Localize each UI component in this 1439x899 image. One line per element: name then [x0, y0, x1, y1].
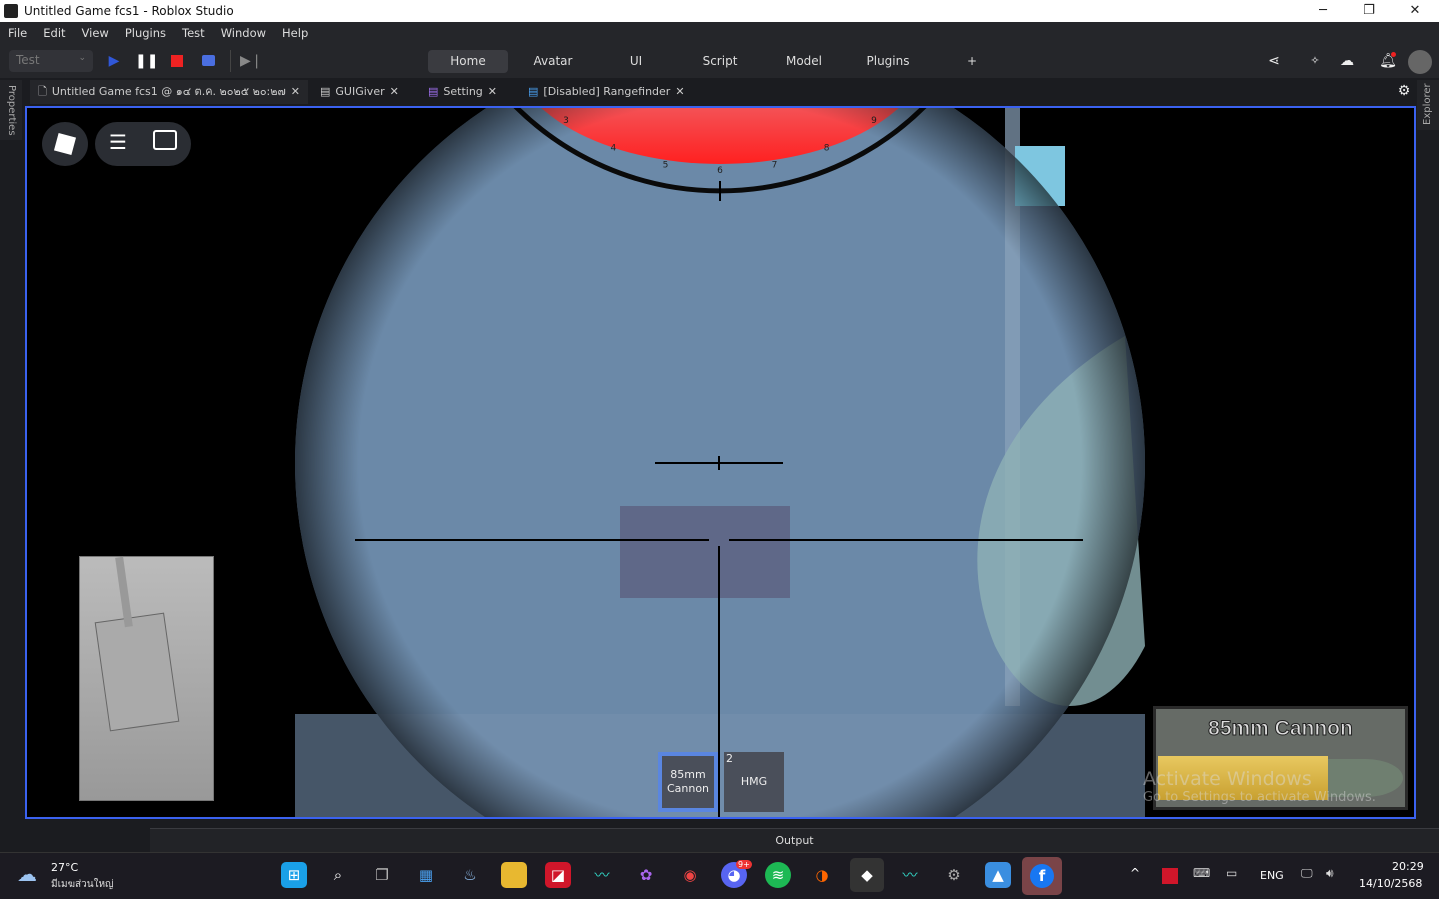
weapon-slot-1[interactable]: 85mm Cannon — [658, 752, 718, 812]
doc-tab-place[interactable]: 🗋︎ Untitled Game fcs1 @ ๑๔ ต.ค. ๒๐๒๕ ๒๐:๒… — [30, 80, 308, 104]
slot-2-key: 2 — [726, 752, 733, 765]
doc-tab-setting[interactable]: ▤ Setting ✕ — [420, 80, 505, 104]
touchpad-icon[interactable]: ▭ — [1226, 866, 1237, 880]
explorer-panel-tab[interactable]: Explorer — [1417, 80, 1439, 130]
menu-window[interactable]: Window — [221, 26, 266, 40]
roblox-menu-button[interactable] — [42, 122, 88, 166]
slot-1-label-line2: Cannon — [666, 782, 710, 795]
spotify-icon[interactable]: ≋ — [765, 862, 791, 888]
store-icon[interactable]: ▦ — [413, 862, 439, 888]
close-tab-icon[interactable]: ✕ — [390, 80, 399, 104]
discord-badge: 9+ — [736, 860, 752, 869]
amd-icon[interactable]: ◪ — [545, 862, 571, 888]
tab-plugins[interactable]: Plugins — [858, 50, 918, 73]
menu-test[interactable]: Test — [182, 26, 205, 40]
network-icon[interactable]: 🖵︎ — [1301, 866, 1313, 881]
title-bar: Untitled Game fcs1 - Roblox Studio ─ ❐ ✕ — [0, 0, 1439, 22]
share-icon[interactable]: ⋖ — [1264, 50, 1284, 72]
script-icon: ▤ — [320, 85, 331, 98]
close-tab-icon[interactable]: ✕ — [291, 80, 300, 104]
cloud-icon[interactable]: ☁ — [1337, 50, 1357, 72]
keyboard-icon[interactable]: ⌨ — [1193, 866, 1210, 880]
tank-barrel — [115, 556, 133, 628]
photos-icon[interactable]: ▲ — [985, 862, 1011, 888]
output-panel-tab[interactable]: Output — [150, 828, 1439, 852]
menu-edit[interactable]: Edit — [43, 26, 65, 40]
file-icon: 🗋︎ — [38, 85, 47, 98]
menu-help[interactable]: Help — [282, 26, 308, 40]
weather-desc[interactable]: มีเมฆส่วนใหญ่ — [51, 877, 114, 892]
tab-model[interactable]: Model — [774, 50, 834, 73]
test-mode-select[interactable]: Test ⌄ — [9, 50, 93, 72]
local-script-icon: ▤ — [528, 85, 539, 98]
weather-icon[interactable]: ☁ — [17, 862, 37, 886]
module-script-icon: ▤ — [428, 85, 439, 98]
chrome-icon[interactable]: ◉ — [677, 862, 703, 888]
menu-view[interactable]: View — [82, 26, 109, 40]
start-icon[interactable]: ⊞ — [281, 862, 307, 888]
tab-script[interactable]: Script — [690, 50, 750, 73]
facebook-taskbar-icon[interactable]: f — [1022, 857, 1062, 895]
close-window-button[interactable]: ✕ — [1392, 0, 1438, 22]
doc-tab-guigiver[interactable]: ▤ GUIGiver ✕ — [312, 80, 407, 104]
slot-1-label-line1: 85mm — [670, 768, 706, 781]
taskbar — [0, 852, 1439, 899]
app-icon[interactable]: 〰 — [589, 862, 615, 888]
copilot-icon[interactable]: ✿ — [633, 862, 659, 888]
tank-turret — [94, 612, 180, 732]
amd-tray-icon[interactable] — [1162, 868, 1178, 884]
avatar[interactable] — [1408, 50, 1432, 74]
chat-icon[interactable] — [153, 130, 177, 150]
roblox-studio-taskbar-icon[interactable]: ◆ — [850, 858, 884, 892]
topbar-buttons: ☰ — [95, 122, 191, 166]
roblox-studio-logo-icon — [4, 4, 18, 18]
settings-icon[interactable]: ⚙ — [941, 862, 967, 888]
stop-icon[interactable] — [171, 55, 183, 67]
ai-assistant-icon[interactable]: ✧ — [1305, 50, 1325, 72]
tab-ui[interactable]: UI — [606, 50, 666, 73]
file-explorer-icon[interactable] — [501, 862, 527, 888]
close-tab-icon[interactable]: ✕ — [488, 80, 497, 104]
volume-icon[interactable]: 🔊︎ — [1326, 866, 1334, 881]
slot-2-label: HMG — [740, 775, 768, 788]
weather-temp[interactable]: 27°C — [51, 861, 78, 874]
close-tab-icon[interactable]: ✕ — [675, 80, 684, 104]
tab-home[interactable]: Home — [428, 50, 508, 73]
roblox-logo-icon — [53, 132, 77, 156]
task-view-icon[interactable]: ❐ — [369, 862, 395, 888]
window-title: Untitled Game fcs1 - Roblox Studio — [24, 4, 234, 18]
client-server-icon[interactable] — [202, 55, 215, 66]
activate-windows-watermark: Activate Windows Go to Settings to activa… — [1143, 768, 1376, 805]
language-indicator[interactable]: ENG — [1260, 869, 1284, 882]
pause-icon[interactable]: ❚❚ — [135, 50, 158, 72]
tab-avatar[interactable]: Avatar — [518, 50, 588, 73]
menu-bar: File Edit View Plugins Test Window Help — [0, 22, 1439, 44]
tank-minimap — [79, 556, 214, 801]
game-viewport[interactable]: 1234567891011 ☰ 85mmCannon 2HMG 85mm Can… — [25, 106, 1416, 819]
steam-icon[interactable]: ♨ — [457, 862, 483, 888]
weapon-slot-2[interactable]: 2 HMG — [724, 752, 784, 812]
hamburger-menu-icon[interactable]: ☰ — [109, 130, 127, 154]
notification-dot — [1391, 52, 1396, 57]
ammo-title: 85mm Cannon — [1208, 717, 1354, 741]
doc-tab-rangefinder[interactable]: ▤ [Disabled] Rangefinder ✕ — [520, 80, 693, 104]
divider — [230, 50, 231, 72]
chevron-up-icon[interactable]: ^ — [1130, 866, 1140, 880]
minimize-button[interactable]: ─ — [1300, 0, 1346, 22]
search-icon[interactable]: ⌕ — [325, 862, 351, 888]
app-icon-3[interactable]: 〰 — [897, 862, 923, 888]
properties-panel-tab[interactable]: Properties — [0, 80, 22, 140]
menu-file[interactable]: File — [8, 26, 27, 40]
step-icon[interactable]: ▶❘ — [240, 50, 263, 72]
add-tab-button[interactable]: + — [962, 50, 982, 73]
clock-time[interactable]: 20:29 — [1392, 860, 1424, 873]
maximize-button[interactable]: ❐ — [1346, 0, 1392, 22]
settings-gear-icon[interactable]: ⚙ — [1394, 80, 1414, 102]
clock-date[interactable]: 14/10/2568 — [1359, 877, 1422, 890]
app-icon-2[interactable]: ◑ — [809, 862, 835, 888]
play-icon[interactable]: ▶ — [104, 50, 124, 72]
menu-plugins[interactable]: Plugins — [125, 26, 166, 40]
